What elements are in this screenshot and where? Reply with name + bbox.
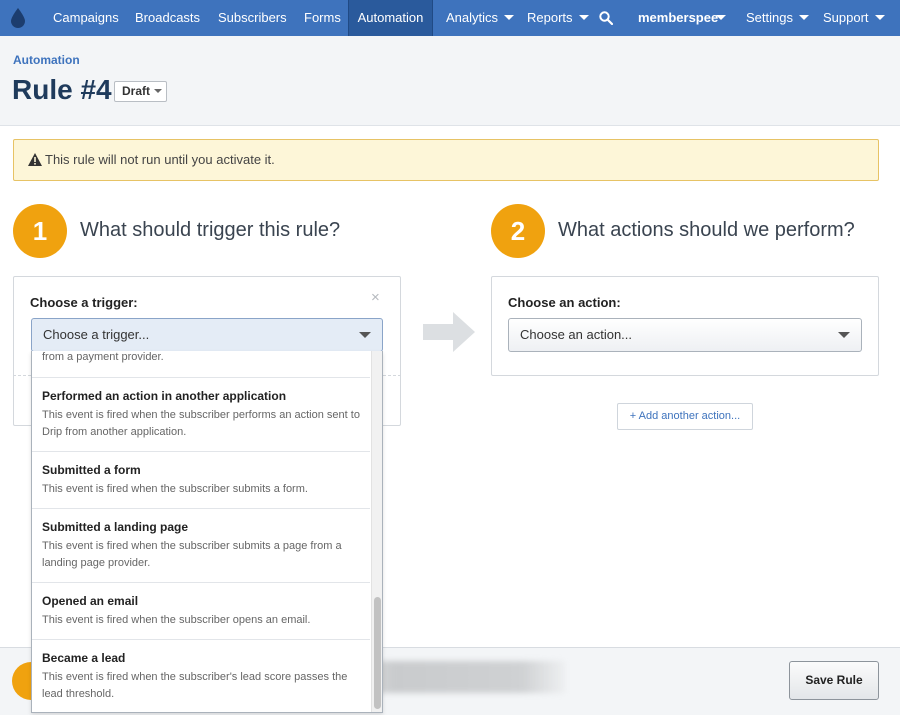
status-dropdown[interactable]: Draft	[114, 81, 167, 102]
search-icon[interactable]	[599, 11, 613, 25]
page-title: Rule #4	[12, 74, 112, 105]
nav-reports[interactable]: Reports	[527, 0, 589, 36]
list-item[interactable]: from a payment provider.	[32, 351, 370, 378]
chevron-down-icon	[874, 15, 885, 20]
trigger-option-opened-email[interactable]: Opened an email This event is fired when…	[32, 583, 370, 640]
nav-analytics[interactable]: Analytics	[446, 0, 515, 36]
page-header: Automation Rule #4 Draft	[0, 36, 900, 126]
action-label: Choose an action:	[508, 295, 621, 310]
chevron-down-icon	[798, 15, 809, 20]
trigger-option-app-action[interactable]: Performed an action in another applicati…	[32, 378, 370, 452]
warning-icon	[28, 153, 42, 166]
nav-automation[interactable]: Automation	[348, 0, 433, 36]
top-nav: Campaigns Broadcasts Subscribers Forms A…	[0, 0, 900, 36]
trigger-option-landing-page[interactable]: Submitted a landing page This event is f…	[32, 509, 370, 583]
action-select[interactable]: Choose an action...	[508, 318, 862, 352]
chevron-down-icon	[504, 15, 515, 20]
nav-settings[interactable]: Settings	[746, 0, 809, 36]
save-rule-button[interactable]: Save Rule	[789, 661, 879, 700]
chevron-down-icon	[154, 89, 163, 93]
scrollbar-thumb[interactable]	[374, 597, 381, 709]
breadcrumb[interactable]: Automation	[13, 53, 80, 67]
chevron-down-icon	[838, 332, 850, 338]
chevron-down-icon	[578, 15, 589, 20]
trigger-label: Choose a trigger:	[30, 295, 138, 310]
drip-logo-icon[interactable]	[11, 8, 25, 28]
inactive-warning: This rule will not run until you activat…	[13, 139, 879, 181]
add-action-button[interactable]: + Add another action...	[617, 403, 753, 430]
nav-campaigns[interactable]: Campaigns	[53, 0, 119, 36]
chevron-down-icon[interactable]	[716, 15, 726, 20]
nav-broadcasts[interactable]: Broadcasts	[135, 0, 200, 36]
trigger-heading: What should trigger this rule?	[80, 219, 341, 241]
nav-subscribers[interactable]: Subscribers	[218, 0, 287, 36]
trigger-select[interactable]: Choose a trigger...	[31, 318, 383, 352]
nav-forms[interactable]: Forms	[304, 0, 341, 36]
nav-support[interactable]: Support	[823, 0, 885, 36]
close-icon[interactable]: ×	[371, 289, 380, 306]
chevron-down-icon	[359, 332, 371, 338]
trigger-options-list[interactable]: from a payment provider. Performed an ac…	[31, 351, 383, 713]
step-2-badge: 2	[491, 204, 545, 258]
trigger-option-became-lead[interactable]: Became a lead This event is fired when t…	[32, 640, 370, 712]
action-heading: What actions should we perform?	[558, 219, 855, 241]
trigger-option-form[interactable]: Submitted a form This event is fired whe…	[32, 452, 370, 509]
arrow-right-icon	[423, 312, 475, 352]
step-1-badge: 1	[13, 204, 67, 258]
warning-text: This rule will not run until you activat…	[45, 152, 275, 167]
